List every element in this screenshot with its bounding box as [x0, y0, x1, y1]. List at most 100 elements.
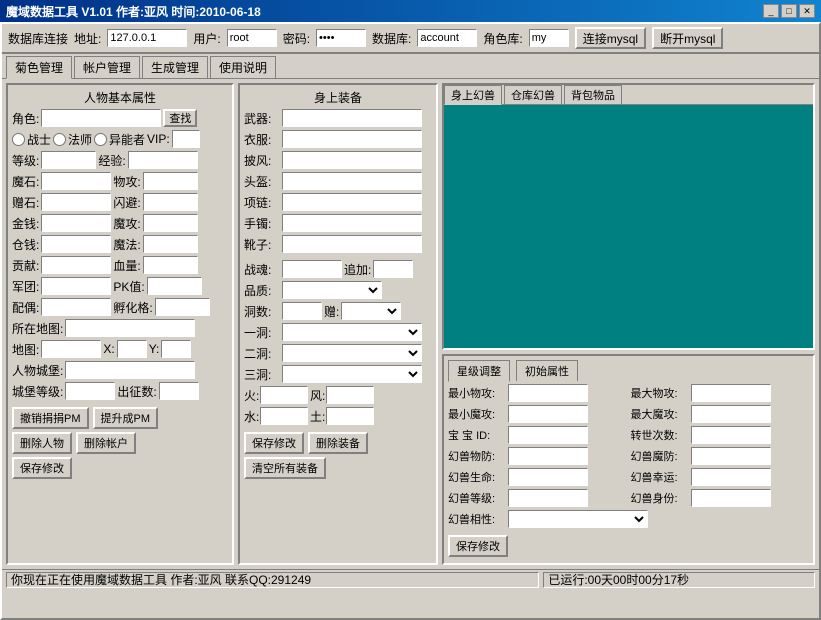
mid-save-button[interactable]: 保存修改: [244, 432, 304, 454]
esper-radio[interactable]: [94, 133, 107, 146]
exp-input[interactable]: [128, 151, 198, 169]
vip-input[interactable]: [172, 130, 200, 148]
min-mag-input[interactable]: [508, 405, 588, 423]
pass-input[interactable]: [316, 29, 366, 47]
boot-input[interactable]: [282, 235, 422, 253]
hp-label: 血量:: [113, 257, 140, 274]
left-save-button[interactable]: 保存修改: [12, 457, 72, 479]
addr-label: 地址:: [74, 30, 101, 47]
pk-input[interactable]: [147, 277, 202, 295]
star-tab[interactable]: 星级调整: [448, 360, 510, 382]
cloth-input[interactable]: [282, 130, 422, 148]
cape-input[interactable]: [282, 151, 422, 169]
storage-label: 仓钱:: [12, 236, 39, 253]
clear-equip-button[interactable]: 清空所有装备: [244, 457, 326, 479]
currentmap-input[interactable]: [65, 319, 195, 337]
max-phys-input[interactable]: [691, 384, 771, 402]
holes-input[interactable]: [282, 302, 322, 320]
storage-input[interactable]: [41, 235, 111, 253]
gem-input[interactable]: [41, 193, 111, 211]
warrior-radio[interactable]: [12, 133, 25, 146]
weapon-input[interactable]: [282, 109, 422, 127]
y-input[interactable]: [161, 340, 191, 358]
pet-magdef-input[interactable]: [691, 447, 771, 465]
star-save-button[interactable]: 保存修改: [448, 535, 508, 557]
citylv-input[interactable]: [65, 382, 115, 400]
pet-tab-carry[interactable]: 身上幻兽: [444, 85, 502, 105]
maximize-button[interactable]: □: [781, 4, 797, 18]
db-input[interactable]: [417, 29, 477, 47]
delete-equip-button[interactable]: 删除装备: [308, 432, 368, 454]
addr-input[interactable]: [107, 29, 187, 47]
physatk-input[interactable]: [143, 172, 198, 190]
neck-input[interactable]: [282, 193, 422, 211]
bracelet-input[interactable]: [282, 214, 422, 232]
tab-account[interactable]: 帐户管理: [74, 56, 140, 78]
initial-attr-tab[interactable]: 初始属性: [516, 360, 578, 381]
mage-radio[interactable]: [53, 133, 66, 146]
magicpower-input[interactable]: [143, 235, 198, 253]
hatch-input[interactable]: [155, 298, 210, 316]
soul-input[interactable]: [282, 260, 342, 278]
transfer-label: 转世次数:: [631, 427, 689, 443]
role-input[interactable]: [529, 29, 569, 47]
x-input[interactable]: [117, 340, 147, 358]
pet-luck-input[interactable]: [691, 468, 771, 486]
close-button[interactable]: ✕: [799, 4, 815, 18]
user-input[interactable]: [227, 29, 277, 47]
level-input[interactable]: [41, 151, 96, 169]
pet-lv-input[interactable]: [508, 489, 588, 507]
pet-tab-storage[interactable]: 仓库幻兽: [504, 85, 562, 104]
add-input[interactable]: [373, 260, 413, 278]
gift-select[interactable]: [341, 302, 401, 320]
pet-id-input[interactable]: [508, 426, 588, 444]
max-mag-input[interactable]: [691, 405, 771, 423]
flash-input[interactable]: [143, 193, 198, 211]
pet-hp-label: 幻兽生命:: [448, 469, 506, 485]
magicatk-input[interactable]: [143, 214, 198, 232]
weapon-label: 武器:: [244, 110, 280, 127]
city-input[interactable]: [65, 361, 195, 379]
hole1-select[interactable]: [282, 323, 422, 341]
pet-tab-bag[interactable]: 背包物品: [564, 85, 622, 104]
tab-help[interactable]: 使用说明: [210, 56, 276, 78]
disconnect-button[interactable]: 断开mysql: [652, 27, 723, 49]
expedition-input[interactable]: [159, 382, 199, 400]
wind-input[interactable]: [326, 386, 374, 404]
pet-aff-select[interactable]: [508, 510, 648, 528]
gold-input[interactable]: [41, 214, 111, 232]
pet-def-label: 幻兽物防:: [448, 448, 506, 464]
mate-input[interactable]: [41, 298, 111, 316]
promote-pm-button[interactable]: 提升成PM: [93, 407, 159, 429]
hp-input[interactable]: [143, 256, 198, 274]
delete-account-button[interactable]: 删除帐户: [76, 432, 136, 454]
map-input[interactable]: [41, 340, 101, 358]
citylv-label: 城堡等级:: [12, 383, 63, 400]
role-label: 角色:: [12, 110, 39, 127]
earth-input[interactable]: [326, 407, 374, 425]
connect-button[interactable]: 连接mysql: [575, 27, 646, 49]
army-input[interactable]: [41, 277, 111, 295]
helm-input[interactable]: [282, 172, 422, 190]
find-button[interactable]: 查找: [163, 109, 197, 127]
pet-def-input[interactable]: [508, 447, 588, 465]
honor-input[interactable]: [41, 256, 111, 274]
quality-select[interactable]: [282, 281, 382, 299]
tab-generate[interactable]: 生成管理: [142, 56, 208, 78]
role-input[interactable]: [41, 109, 161, 127]
revoke-pm-button[interactable]: 撤销捐捐PM: [12, 407, 89, 429]
minimize-button[interactable]: _: [763, 4, 779, 18]
pet-hp-input[interactable]: [508, 468, 588, 486]
delete-char-button[interactable]: 删除人物: [12, 432, 72, 454]
window-controls: _ □ ✕: [763, 4, 815, 18]
min-phys-input[interactable]: [508, 384, 588, 402]
star-tabs-row: 星级调整 初始属性: [448, 360, 809, 381]
magicstone-input[interactable]: [41, 172, 111, 190]
transfer-input[interactable]: [691, 426, 771, 444]
pet-status-input[interactable]: [691, 489, 771, 507]
hole3-select[interactable]: [282, 365, 422, 383]
fire-input[interactable]: [260, 386, 308, 404]
hole2-select[interactable]: [282, 344, 422, 362]
tab-mushroom[interactable]: 菊色管理: [6, 56, 72, 79]
water-input[interactable]: [260, 407, 308, 425]
